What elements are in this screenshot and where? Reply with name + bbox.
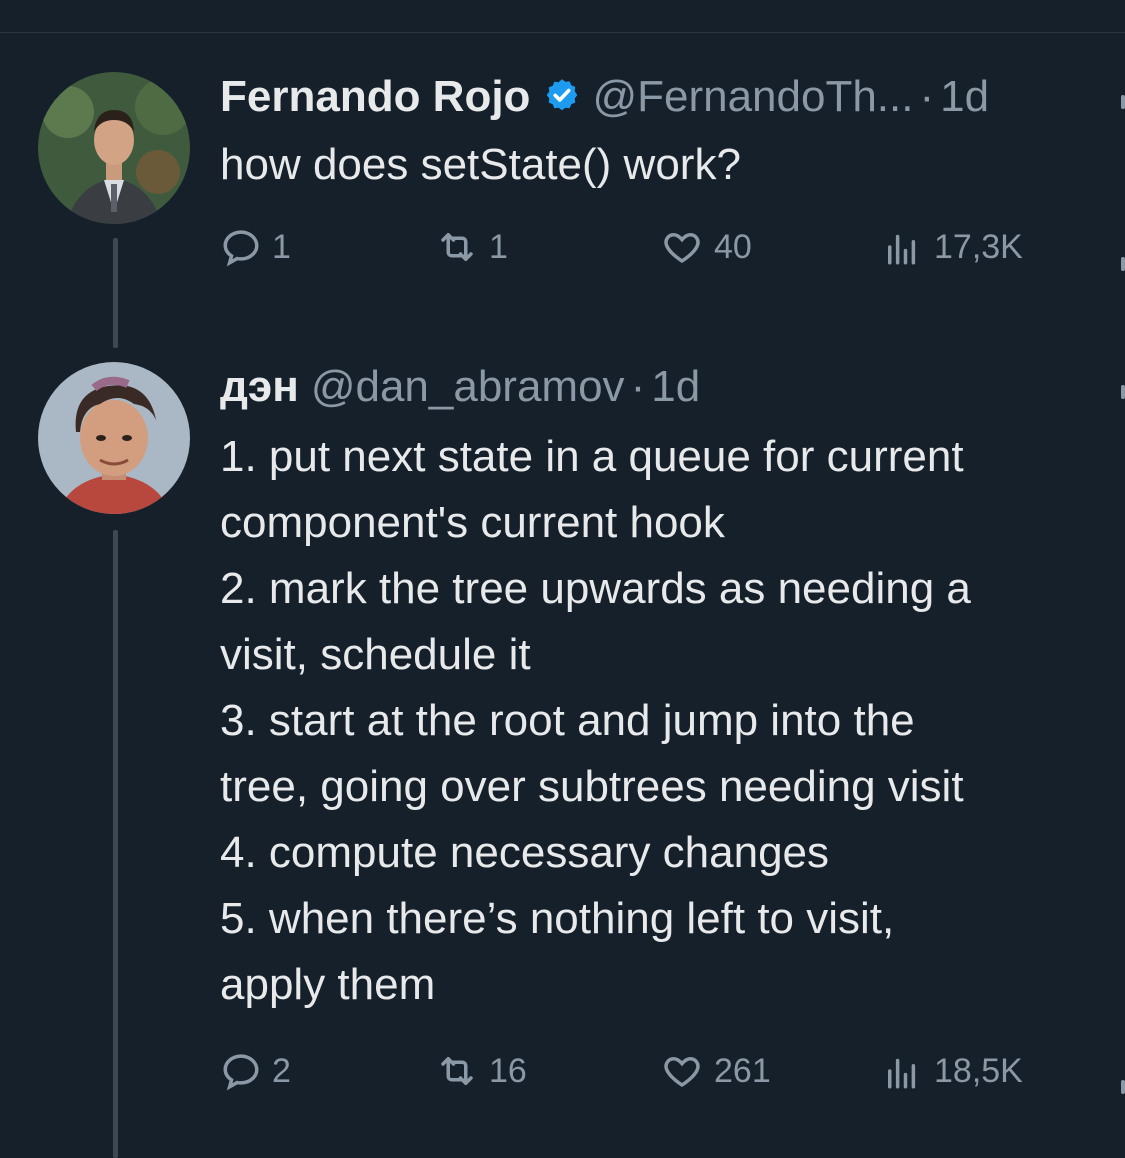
- tweet-text: 1. put next state in a queue for current…: [220, 432, 971, 1009]
- tweet-time[interactable]: 1d: [940, 72, 989, 122]
- reply-count: 1: [272, 227, 291, 266]
- views-icon: [888, 1058, 916, 1089]
- author-handle[interactable]: @FernandoTh...: [592, 72, 913, 122]
- like-count: 261: [714, 1051, 771, 1090]
- reply-icon: [223, 1054, 259, 1091]
- retweet-icon: [441, 1057, 473, 1085]
- views-count: 17,3K: [934, 227, 1023, 266]
- reply-count: 2: [272, 1051, 291, 1090]
- avatar-dan[interactable]: [38, 362, 190, 514]
- edge-marker: [1121, 95, 1125, 109]
- like-icon: [664, 232, 700, 264]
- reply-button[interactable]: 2: [220, 1050, 291, 1092]
- separator-dot: ·: [630, 362, 646, 411]
- verified-badge-icon: [544, 77, 580, 118]
- tweet-header: дэн @dan_abramov · 1d: [220, 360, 700, 414]
- author-handle[interactable]: @dan_abramov: [311, 362, 625, 412]
- views-button[interactable]: 18,5K: [880, 1050, 1023, 1092]
- author-name[interactable]: дэн: [220, 362, 299, 412]
- retweet-button[interactable]: 1: [435, 226, 508, 268]
- reply-button[interactable]: 1: [220, 226, 291, 268]
- edge-marker: [1121, 385, 1125, 399]
- tweet-text: how does setState() work?: [220, 140, 741, 189]
- retweet-count: 16: [489, 1051, 527, 1090]
- edge-marker: [1121, 257, 1125, 271]
- edge-marker: [1121, 1080, 1125, 1094]
- top-divider: [0, 32, 1125, 33]
- views-count: 18,5K: [934, 1051, 1023, 1090]
- separator-dot: ·: [919, 72, 935, 121]
- retweet-icon: [441, 233, 473, 261]
- views-icon: [888, 234, 916, 265]
- tweet-actions: 2 16 261 18,5K: [220, 1050, 1100, 1100]
- thread-line: [113, 530, 118, 1158]
- views-button[interactable]: 17,3K: [880, 226, 1023, 268]
- reply-icon: [223, 230, 259, 267]
- retweet-count: 1: [489, 227, 508, 266]
- tweet-actions: 1 1 40 17,3K: [220, 226, 1100, 276]
- avatar-fernando[interactable]: [38, 72, 190, 224]
- thread-line: [113, 238, 118, 348]
- retweet-button[interactable]: 16: [435, 1050, 527, 1092]
- like-button[interactable]: 40: [660, 226, 752, 268]
- tweet-header: Fernando Rojo @FernandoTh... · 1d: [220, 70, 989, 124]
- author-name[interactable]: Fernando Rojo: [220, 72, 530, 122]
- like-button[interactable]: 261: [660, 1050, 771, 1092]
- tweet-time[interactable]: 1d: [651, 362, 700, 412]
- like-count: 40: [714, 227, 752, 266]
- like-icon: [664, 1056, 700, 1088]
